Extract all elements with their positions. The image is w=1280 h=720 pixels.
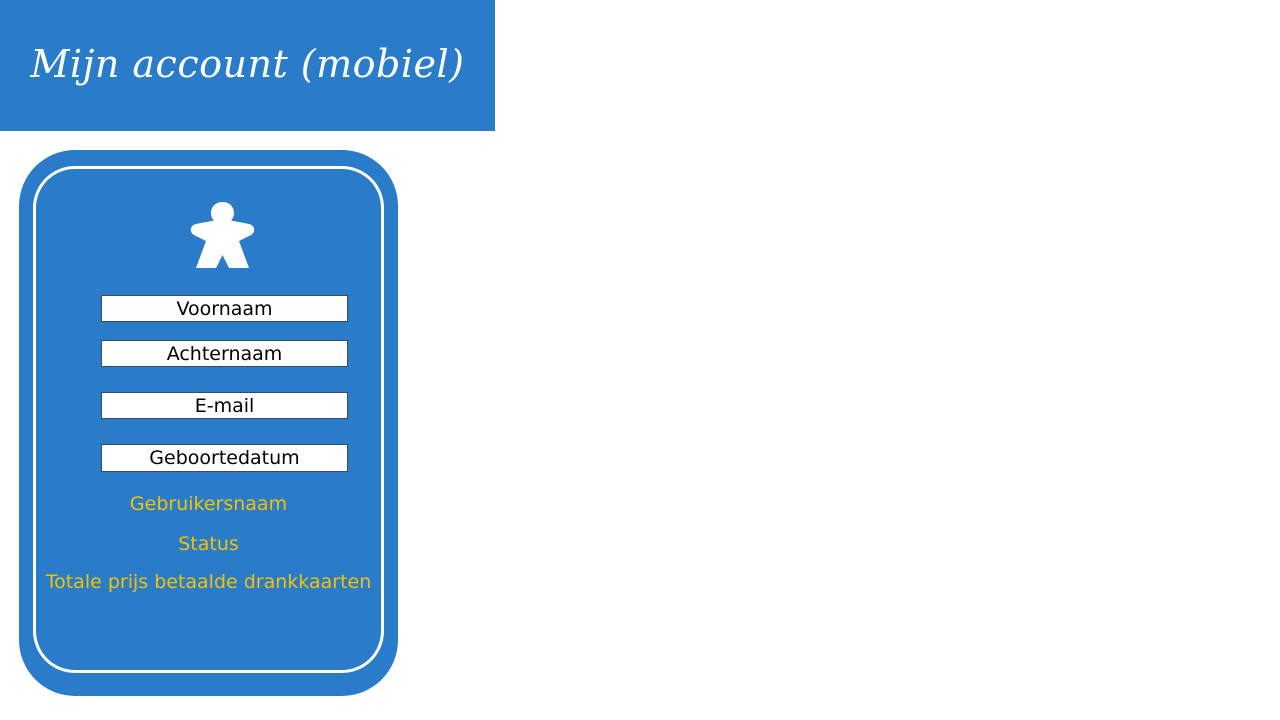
meeple-icon[interactable] [189, 202, 256, 268]
title-banner: Mijn account (mobiel) [0, 0, 495, 131]
phone-screen: Voornaam Achternaam E-mail Geboortedatum [33, 166, 384, 673]
last-name-field[interactable]: Achternaam [101, 340, 348, 367]
total-paid-label: Totale prijs betaalde drankkaarten [45, 571, 372, 593]
first-name-field[interactable]: Voornaam [101, 295, 348, 322]
email-field[interactable]: E-mail [101, 392, 348, 419]
birth-date-field[interactable]: Geboortedatum [101, 444, 348, 472]
page-title: Mijn account (mobiel) [30, 41, 465, 86]
username-label: Gebruikersnaam [129, 493, 288, 515]
slide: Mijn account (mobiel) Voornaam Achternaa… [0, 0, 1280, 720]
status-label: Status [178, 533, 239, 555]
phone-mockup: Voornaam Achternaam E-mail Geboortedatum… [19, 150, 398, 696]
